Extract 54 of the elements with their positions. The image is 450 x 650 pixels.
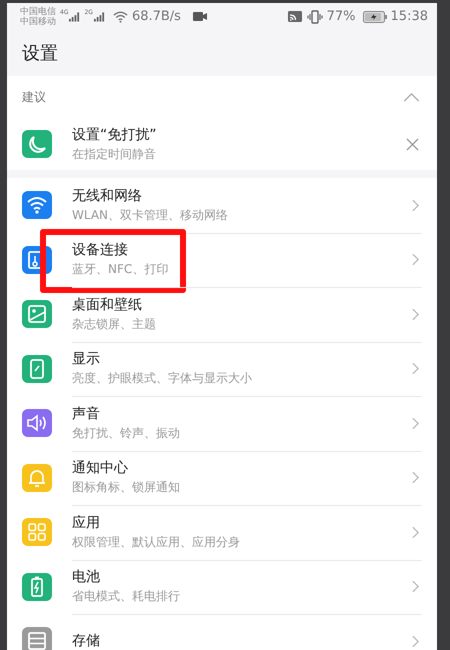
cast-icon <box>286 10 303 23</box>
carrier-name: 中国移动 <box>20 16 56 26</box>
signal-icon <box>69 12 80 22</box>
settings-item[interactable]: 通知中心 图标角标、锁屏通知 <box>7 450 437 505</box>
item-title: 电池 <box>72 569 101 586</box>
signal-icon <box>94 12 105 22</box>
item-title: 设备连接 <box>72 242 129 260</box>
item-subtitle: 免打扰、铃声、振动 <box>72 426 181 441</box>
settings-item[interactable]: 声音 免打扰、铃声、振动 <box>7 396 437 450</box>
item-title: 应用 <box>72 514 101 532</box>
item-subtitle: 图标角标、锁屏通知 <box>72 480 181 496</box>
settings-item[interactable]: 无线和网络 WLAN、双卡管理、移动网络 <box>7 178 437 232</box>
section-header: 建议 <box>22 88 46 106</box>
item-subtitle: WLAN、双卡管理、移动网络 <box>72 208 230 223</box>
collapse-chevron-icon[interactable] <box>403 92 420 102</box>
chevron-right-icon <box>412 198 419 212</box>
chevron-right-icon <box>412 253 419 266</box>
settings-item[interactable]: 存储 <box>7 614 437 650</box>
item-subtitle: 权限管理、默认应用、应用分身 <box>72 534 241 550</box>
chevron-right-icon <box>412 634 419 648</box>
settings-item[interactable]: 应用 权限管理、默认应用、应用分身 <box>7 505 437 560</box>
close-icon[interactable] <box>406 138 419 150</box>
wifi-icon <box>112 10 128 22</box>
item-subtitle: 在指定时间静音 <box>72 146 157 162</box>
chevron-right-icon <box>412 580 419 594</box>
battery-percentage: 77% <box>326 9 356 24</box>
settings-item[interactable]: 桌面和壁纸 杂志锁屏、主题 <box>7 287 437 342</box>
settings-item[interactable]: 设备连接 蓝牙、NFC、打印 <box>7 232 437 287</box>
battery-icon <box>362 10 387 22</box>
item-title: 通知中心 <box>72 460 129 478</box>
chevron-right-icon <box>412 471 419 484</box>
page-title: 设置 <box>22 42 58 65</box>
chevron-right-icon <box>412 362 419 376</box>
item-title: 存储 <box>72 632 101 650</box>
chevron-right-icon <box>412 526 419 539</box>
settings-item[interactable]: 显示 亮度、护眼模式、字体与显示大小 <box>7 342 437 396</box>
clock-time: 15:38 <box>390 9 428 24</box>
video-camera-icon <box>192 12 207 21</box>
item-title: 无线和网络 <box>72 188 143 205</box>
item-title: 声音 <box>72 406 101 423</box>
chevron-right-icon <box>412 308 419 321</box>
item-subtitle: 省电模式、耗电排行 <box>72 589 181 604</box>
chevron-right-icon <box>412 416 419 430</box>
settings-item[interactable]: 电池 省电模式、耗电排行 <box>7 560 437 614</box>
suggestion-item[interactable]: 设置“免打扰” 在指定时间静音 <box>7 118 437 170</box>
item-subtitle: 蓝牙、NFC、打印 <box>72 262 170 278</box>
carrier-name: 中国电信 <box>20 6 56 16</box>
item-subtitle: 杂志锁屏、主题 <box>72 316 157 332</box>
item-title: 显示 <box>72 351 101 368</box>
item-title: 设置“免打扰” <box>72 126 158 144</box>
item-title: 桌面和壁纸 <box>72 296 143 314</box>
item-subtitle: 亮度、护眼模式、字体与显示大小 <box>72 371 253 386</box>
network-speed: 68.7B/s <box>132 9 181 24</box>
vibrate-icon <box>306 10 323 24</box>
